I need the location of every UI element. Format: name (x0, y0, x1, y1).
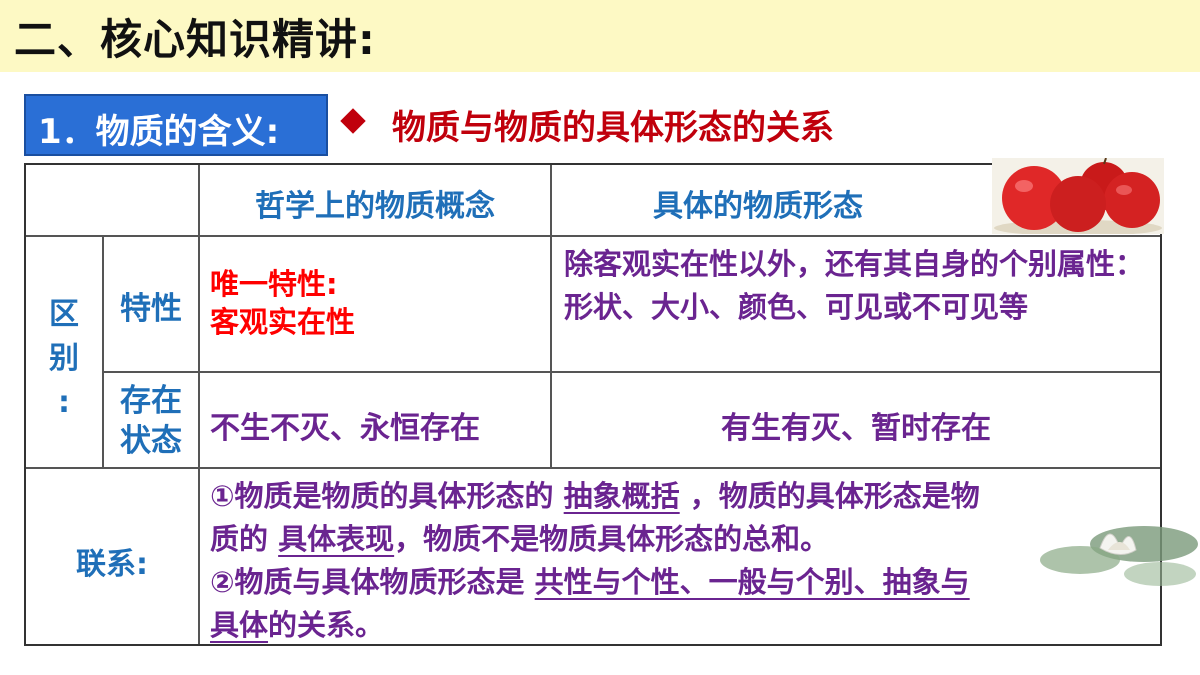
row-label-existence: 存在 状态 (104, 381, 198, 461)
row-divider (102, 371, 1160, 373)
diamond-bullet-icon (340, 108, 366, 134)
group-label-difference: 区 别 : (26, 293, 102, 425)
link-line-4: 具体的关系。 (210, 608, 385, 642)
property-line: 唯一特性: (210, 267, 338, 301)
row-divider (26, 467, 1160, 469)
apples-image (992, 157, 1164, 236)
page-title: 二、核心知识精讲: (14, 15, 376, 64)
link-description: ①物质是物质的具体形态的 抽象概括 ，物质的具体形态是物 质的 具体表现，物质不… (210, 475, 1150, 647)
group-label-char: : (58, 385, 70, 420)
group-label-char: 区 (49, 297, 79, 332)
link-line-1: ①物质是物质的具体形态的 抽象概括 ，物质的具体形态是物 (210, 479, 980, 513)
link-line-2: 质的 具体表现，物质不是物质具体形态的总和。 (210, 522, 830, 556)
link-line-3: ②物质与具体物质形态是 共性与个性、一般与个别、抽象与 (210, 565, 970, 599)
comparison-table: 哲学上的物质概念 具体的物质形态 区 别 : 特性 唯一特性: 客观实在性 除客… (24, 163, 1162, 646)
label-line: 状态 (120, 423, 182, 459)
group-label-char: 别 (49, 341, 79, 376)
section-label: 1．物质的含义: (24, 94, 328, 156)
lotus-image (1040, 500, 1200, 590)
label-line: 存在 (120, 383, 182, 419)
property-line: 客观实在性 (210, 305, 356, 339)
underline-term: 抽象概括 (563, 479, 680, 513)
row-divider (26, 235, 1160, 237)
title-bar: 二、核心知识精讲: (0, 0, 1200, 72)
concrete-existence: 有生有灭、暂时存在 (721, 411, 991, 446)
lotus-flower-icon (1040, 526, 1198, 586)
underline-term: 共性与个性、一般与个别、抽象与 (534, 565, 970, 599)
philosophy-property: 唯一特性: 客观实在性 (210, 265, 540, 341)
col-header-concrete: 具体的物质形态 (653, 189, 863, 224)
row-label-property: 特性 (120, 291, 182, 327)
row-label-link: 联系: (76, 547, 148, 582)
concrete-property: 除客观实在性以外，还有其自身的个别属性：形状、大小、颜色、可见或不可见等 (564, 247, 1145, 324)
apple-icon (992, 157, 1164, 236)
philosophy-existence: 不生不灭、永恒存在 (210, 411, 480, 446)
underline-term: 具体表现 (278, 522, 395, 556)
section-heading: 物质与物质的具体形态的关系 (392, 108, 834, 148)
col-divider (198, 165, 200, 644)
underline-term: 具体 (210, 608, 269, 642)
col-header-philosophy: 哲学上的物质概念 (255, 189, 495, 224)
